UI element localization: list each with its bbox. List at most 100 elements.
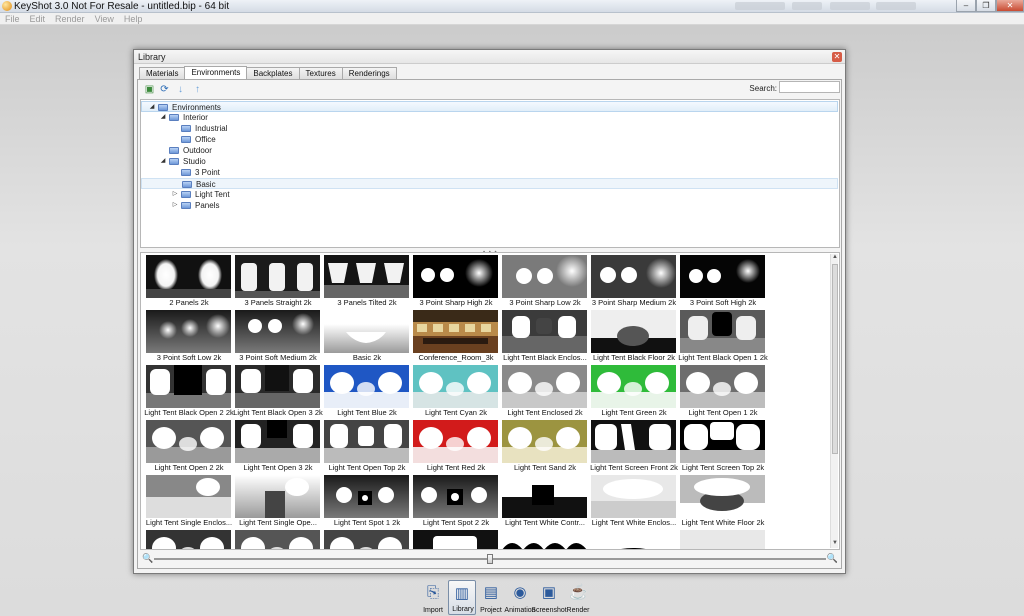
environment-thumbnail[interactable]	[323, 529, 410, 549]
environment-thumbnail[interactable]: Basic 2k	[323, 309, 410, 363]
environment-preview-image	[324, 255, 409, 298]
tab-materials[interactable]: Materials	[139, 67, 186, 79]
environment-thumbnail[interactable]	[412, 529, 499, 549]
refresh-icon[interactable]: ⟳	[159, 84, 170, 95]
environment-thumbnail[interactable]: Light Tent Open 3 2k	[234, 419, 321, 473]
library-close-button[interactable]: ✕	[832, 52, 842, 62]
tree-item-panels[interactable]: ▷ Panels	[141, 200, 838, 211]
tree-item-studio[interactable]: ◢ Studio	[141, 156, 838, 167]
menu-render[interactable]: Render	[50, 13, 90, 25]
upload-icon[interactable]: ↑	[192, 84, 203, 95]
environment-thumbnail[interactable]: Light Tent Single Ope...	[234, 474, 321, 528]
environment-thumbnail[interactable]: 3 Panels Tilted 2k	[323, 254, 410, 308]
environment-preview-image	[235, 310, 320, 353]
environment-thumbnail[interactable]: Light Tent Open 1 2k	[679, 364, 766, 418]
environment-thumbnail[interactable]: Light Tent Red 2k	[412, 419, 499, 473]
environment-thumbnail[interactable]: Light Tent White Contr...	[501, 474, 588, 528]
tree-item-3-point[interactable]: 3 Point	[141, 167, 838, 178]
environment-thumbnail[interactable]: 3 Point Sharp High 2k	[412, 254, 499, 308]
environment-thumbnail[interactable]: Light Tent White Floor 2k	[679, 474, 766, 528]
environment-thumbnail[interactable]: 3 Panels Straight 2k	[234, 254, 321, 308]
tree-item-office[interactable]: Office	[141, 134, 838, 145]
environment-preview-image	[591, 475, 676, 518]
environment-name: Light Tent Open 3 2k	[243, 463, 313, 472]
expand-arrow-icon[interactable]: ◢	[159, 156, 167, 167]
expand-arrow-icon[interactable]: ◢	[159, 112, 167, 123]
environment-thumbnail[interactable]: 2 Panels 2k	[145, 254, 232, 308]
menu-view[interactable]: View	[90, 13, 119, 25]
environment-preview-image	[413, 475, 498, 518]
environment-thumbnail[interactable]	[145, 529, 232, 549]
tab-environments[interactable]: Environments	[184, 66, 248, 79]
environment-thumbnail[interactable]: Light Tent Open Top 2k	[323, 419, 410, 473]
menu-help[interactable]: Help	[119, 13, 148, 25]
menu-file[interactable]: File	[0, 13, 25, 25]
environment-thumbnail[interactable]: Light Tent Spot 1 2k	[323, 474, 410, 528]
environment-preview-image	[680, 310, 765, 353]
folder-icon	[169, 114, 179, 121]
environment-name: Light Tent Open 1 2k	[688, 408, 758, 417]
maximize-button[interactable]: ❐	[976, 0, 996, 12]
environment-thumbnail[interactable]: Light Tent Single Enclos...	[145, 474, 232, 528]
environment-thumbnail[interactable]: 3 Point Sharp Medium 2k	[590, 254, 677, 308]
environment-thumbnail[interactable]	[679, 529, 766, 549]
environment-thumbnail[interactable]: Light Tent Enclosed 2k	[501, 364, 588, 418]
tree-item-basic[interactable]: Basic	[141, 178, 838, 189]
environment-thumbnail[interactable]: 3 Point Soft High 2k	[679, 254, 766, 308]
tab-textures[interactable]: Textures	[298, 67, 343, 79]
slider-handle[interactable]	[487, 554, 493, 564]
environment-thumbnail[interactable]: Light Tent Black Open 2 2k	[144, 364, 234, 418]
expand-arrow-icon[interactable]: ▷	[171, 200, 179, 211]
dock-render-button[interactable]: ☕ Render	[564, 580, 592, 615]
tree-item-outdoor[interactable]: Outdoor	[141, 145, 838, 156]
environment-thumbnail[interactable]: Conference_Room_3k	[412, 309, 499, 363]
search-input[interactable]	[779, 81, 840, 93]
environment-thumbnail[interactable]	[234, 529, 321, 549]
environment-thumbnail[interactable]: Light Tent Open 2 2k	[145, 419, 232, 473]
environment-thumbnail[interactable]: Light Tent Blue 2k	[323, 364, 410, 418]
download-icon[interactable]: ↓	[175, 84, 186, 95]
environment-thumbnail[interactable]: Light Tent White Enclos...	[590, 474, 677, 528]
tab-renderings[interactable]: Renderings	[341, 67, 397, 79]
environment-thumbnail[interactable]: 3 Point Soft Low 2k	[145, 309, 232, 363]
environment-thumbnail[interactable]: Light Tent Screen Top 2k	[679, 419, 766, 473]
zoom-in-icon[interactable]: 🔍	[827, 553, 838, 564]
environment-thumbnail[interactable]: Light Tent Green 2k	[590, 364, 677, 418]
environment-thumbnail[interactable]: 3 Point Soft Medium 2k	[234, 309, 321, 363]
zoom-out-icon[interactable]: 🔍	[142, 553, 153, 564]
close-button[interactable]: ✕	[996, 0, 1024, 12]
scrollbar-thumb[interactable]	[832, 264, 838, 454]
tree-item-environments[interactable]: ◢ Environments	[141, 101, 838, 112]
environment-thumbnail[interactable]: Light Tent Black Open 3 2k	[233, 364, 323, 418]
minimize-button[interactable]: –	[956, 0, 976, 12]
library-title-bar[interactable]: Library ✕	[134, 50, 845, 64]
scroll-down-icon[interactable]: ▼	[831, 540, 839, 548]
environment-thumbnail[interactable]	[590, 529, 677, 549]
environment-name: Conference_Room_3k	[418, 353, 494, 362]
tree-item-interior[interactable]: ◢ Interior	[141, 112, 838, 123]
tree-item-label: Panels	[195, 201, 220, 210]
environment-thumbnail[interactable]	[501, 529, 588, 549]
environment-name: 3 Panels Tilted 2k	[337, 298, 397, 307]
thumbnail-size-slider[interactable]: 🔍 🔍	[140, 552, 840, 566]
tree-item-industrial[interactable]: Industrial	[141, 123, 838, 134]
environment-thumbnail[interactable]: Light Tent Black Enclos...	[501, 309, 588, 363]
add-folder-icon[interactable]: ▣	[144, 84, 155, 95]
environment-thumbnail[interactable]: Light Tent Sand 2k	[501, 419, 588, 473]
environment-thumbnail[interactable]: 3 Point Sharp Low 2k	[501, 254, 588, 308]
scroll-up-icon[interactable]: ▲	[831, 254, 839, 262]
environment-thumbnail[interactable]: Light Tent Cyan 2k	[412, 364, 499, 418]
environment-thumbnail[interactable]: Light Tent Black Floor 2k	[590, 309, 677, 363]
tree-item-light-tent[interactable]: ▷ Light Tent	[141, 189, 838, 200]
environment-thumbnail[interactable]: Light Tent Screen Front 2k	[590, 419, 678, 473]
environment-preview-image	[146, 310, 231, 353]
environment-preview-image	[235, 530, 320, 549]
environment-name: Light Tent Black Open 1 2k	[678, 353, 768, 362]
environment-thumbnail[interactable]: Light Tent Black Open 1 2k	[678, 309, 768, 363]
tab-backplates[interactable]: Backplates	[246, 67, 300, 79]
menu-edit[interactable]: Edit	[25, 13, 51, 25]
expand-arrow-icon[interactable]: ▷	[171, 189, 179, 200]
environment-name: Light Tent White Contr...	[505, 518, 585, 527]
vertical-scrollbar[interactable]: ▲ ▼	[830, 254, 838, 548]
environment-thumbnail[interactable]: Light Tent Spot 2 2k	[412, 474, 499, 528]
